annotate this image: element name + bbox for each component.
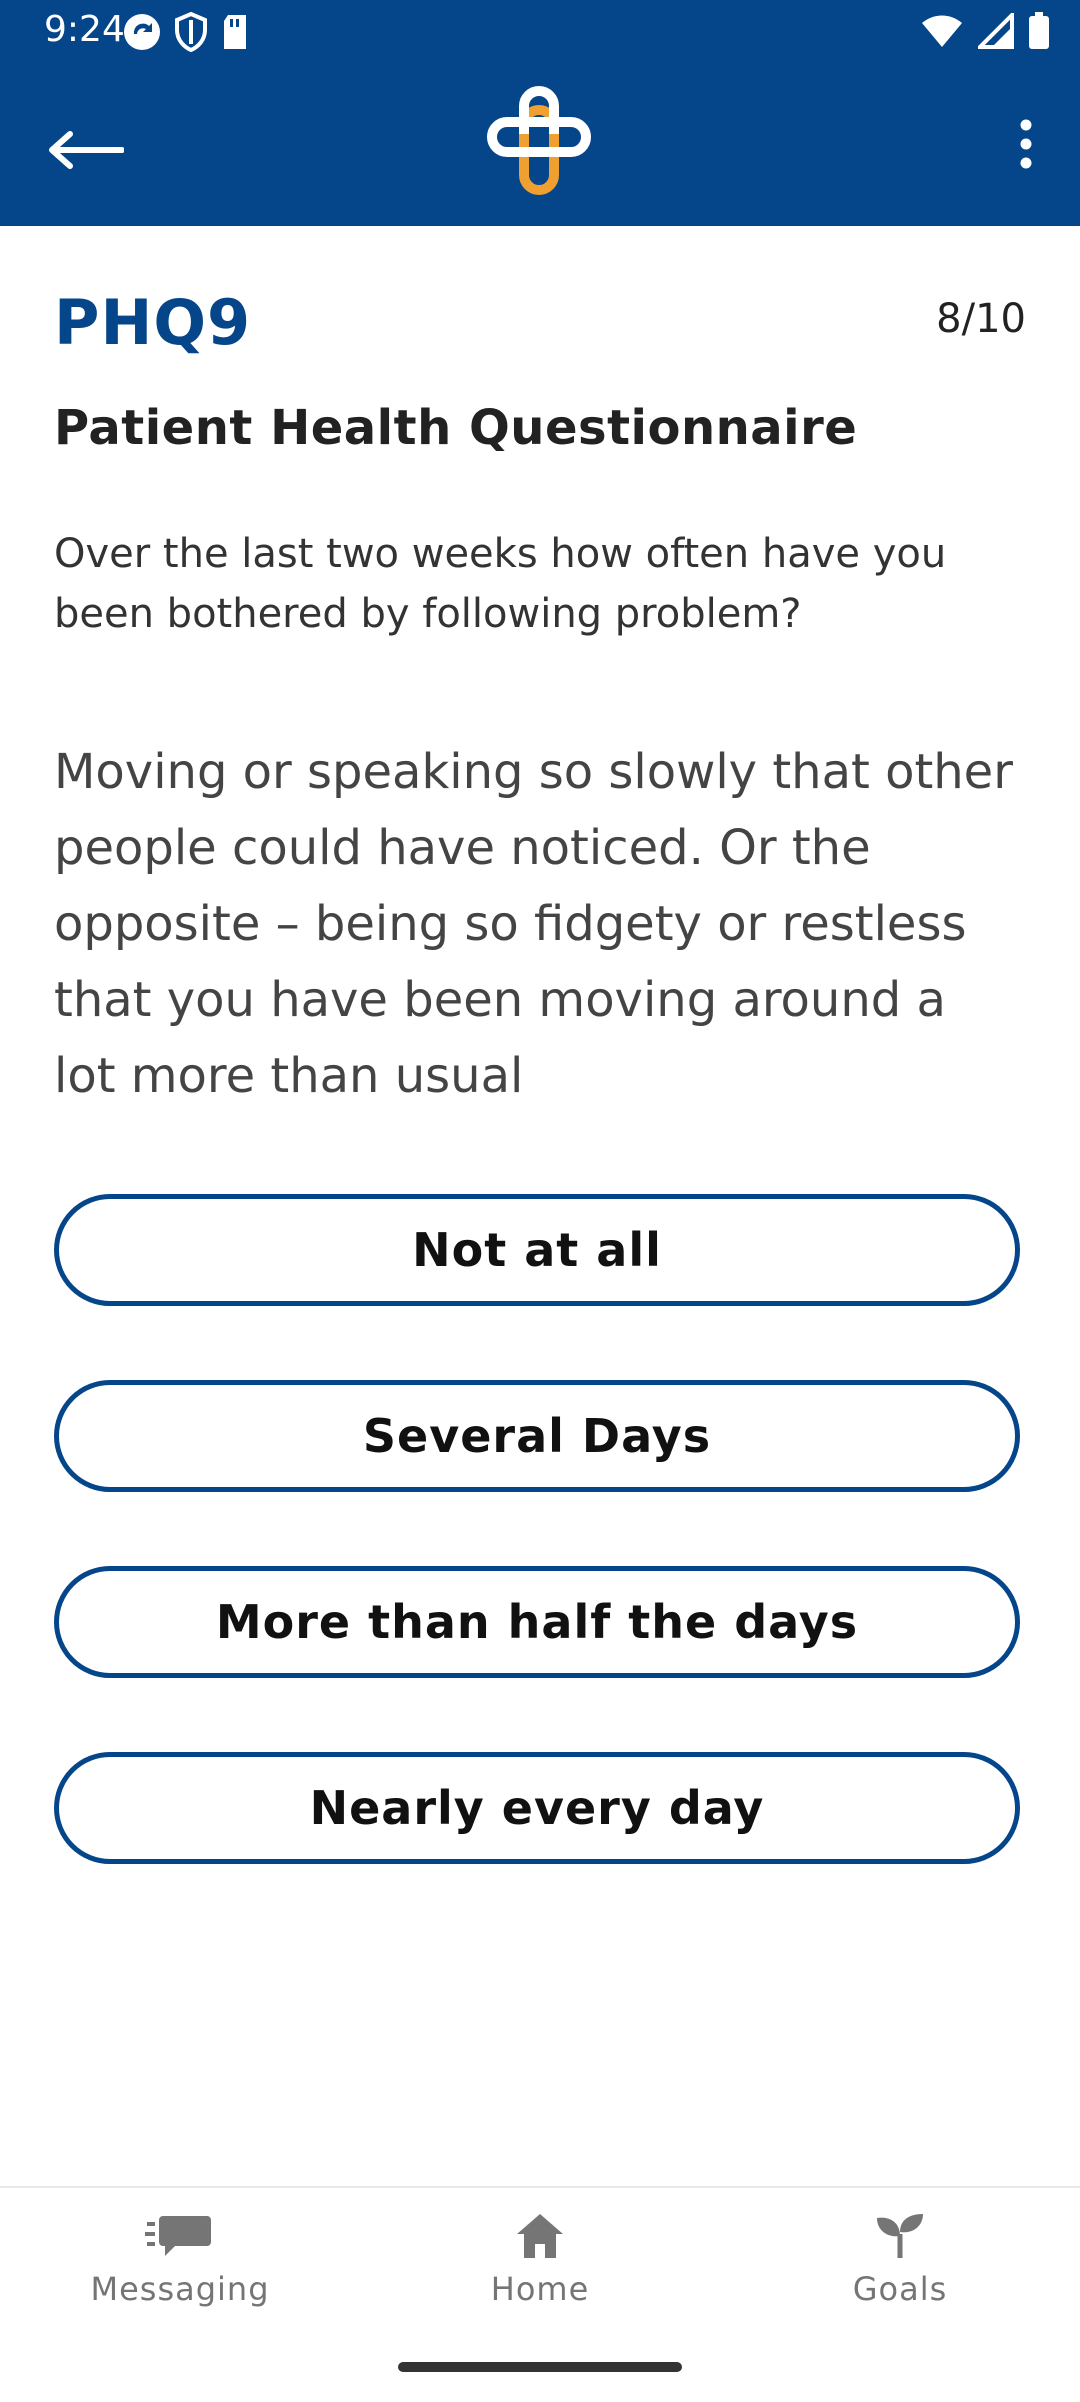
answer-option-nearly-every-day[interactable]: Nearly every day	[54, 1752, 1020, 1864]
cell-signal-icon	[978, 13, 1014, 49]
sprout-icon	[877, 2214, 923, 2258]
question-text: Moving or speaking so slowly that other …	[54, 744, 1013, 1104]
more-vertical-icon	[1020, 119, 1032, 169]
battery-icon	[1029, 12, 1049, 49]
home-icon	[517, 2214, 563, 2258]
app-bar	[0, 68, 1080, 226]
sd-card-icon	[224, 15, 246, 49]
arrow-left-icon	[49, 131, 124, 169]
app-logo	[486, 86, 596, 196]
status-system-icons	[920, 12, 1050, 50]
questionnaire-title: Patient Health Questionnaire	[54, 400, 858, 456]
shield-icon	[175, 12, 207, 52]
status-time: 9:24	[44, 9, 125, 50]
answer-option-not-at-all[interactable]: Not at all	[54, 1194, 1020, 1306]
question-progress: 8/10	[936, 296, 1026, 342]
answer-option-more-than-half[interactable]: More than half the days	[54, 1566, 1020, 1678]
wifi-icon	[922, 15, 962, 47]
back-button[interactable]	[44, 108, 128, 192]
home-indicator[interactable]	[398, 2362, 682, 2372]
nav-label-messaging: Messaging	[90, 2270, 270, 2308]
answer-option-several-days[interactable]: Several Days	[54, 1380, 1020, 1492]
nav-label-home: Home	[490, 2270, 590, 2308]
sync-app-icon	[124, 14, 160, 50]
nav-item-messaging[interactable]: Messaging	[50, 2212, 310, 2322]
questionnaire-short-title: PHQ9	[54, 286, 252, 359]
nav-item-goals[interactable]: Goals	[770, 2212, 1030, 2322]
status-notification-icons	[122, 12, 250, 52]
nav-item-home[interactable]: Home	[410, 2212, 670, 2322]
status-bar: 9:24	[0, 0, 1080, 68]
question-instruction: Over the last two weeks how often have y…	[54, 531, 947, 637]
nav-label-goals: Goals	[852, 2270, 948, 2308]
chat-icon	[145, 2216, 211, 2256]
cross-logo-icon	[487, 86, 591, 195]
more-options-button[interactable]	[996, 102, 1056, 186]
